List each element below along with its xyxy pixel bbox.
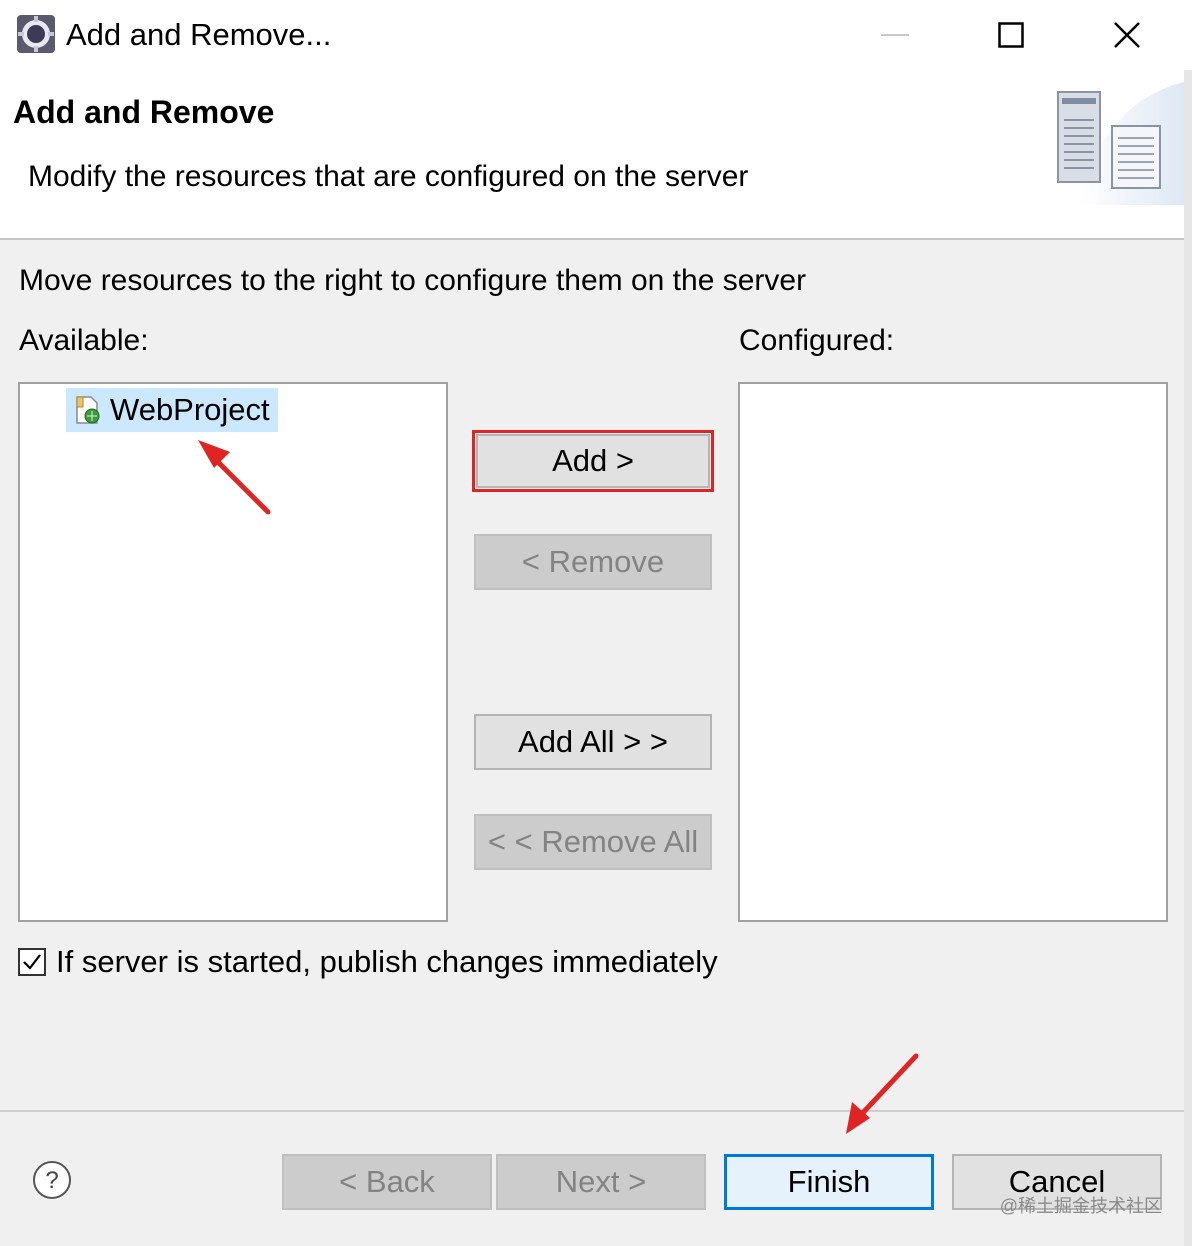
publish-checkbox-label: If server is started, publish changes im… xyxy=(56,944,718,979)
svg-text:?: ? xyxy=(45,1167,58,1194)
window-title: Add and Remove... xyxy=(66,17,332,52)
remove-all-button[interactable]: < < Remove All xyxy=(474,814,712,870)
page-title: Add and Remove xyxy=(13,94,275,130)
web-project-icon xyxy=(76,396,100,424)
maximize-icon xyxy=(998,22,1024,48)
add-button[interactable]: Add > xyxy=(476,434,710,488)
available-list[interactable]: WebProject xyxy=(18,382,448,922)
maximize-button[interactable] xyxy=(976,8,1046,62)
back-button[interactable]: < Back xyxy=(282,1154,492,1210)
close-button[interactable] xyxy=(1092,8,1162,62)
add-all-button[interactable]: Add All > > xyxy=(474,714,712,770)
wizard-header: Add and Remove Modify the resources that… xyxy=(0,70,1192,240)
finish-button[interactable]: Finish xyxy=(724,1154,934,1210)
publish-checkbox[interactable] xyxy=(18,948,46,976)
arrow-to-finish xyxy=(846,1053,919,1134)
tree-item-label: WebProject xyxy=(110,392,270,427)
available-label: Available: xyxy=(19,324,149,357)
help-icon[interactable]: ? xyxy=(32,1160,72,1200)
title-bar: Add and Remove... xyxy=(0,0,1192,70)
next-button[interactable]: Next > xyxy=(496,1154,706,1210)
minimize-icon xyxy=(881,34,909,36)
watermark: @稀土掘金技术社区 xyxy=(999,1196,1162,1216)
configured-label: Configured: xyxy=(739,324,895,357)
page-description: Modify the resources that are configured… xyxy=(28,160,749,193)
eclipse-app-icon xyxy=(17,15,55,53)
close-icon xyxy=(1114,22,1140,48)
server-banner-icon xyxy=(1057,80,1192,205)
tree-item-webproject[interactable]: WebProject xyxy=(66,388,278,432)
footer-separator xyxy=(0,1110,1192,1112)
instruction-text: Move resources to the right to configure… xyxy=(19,264,807,297)
minimize-button[interactable] xyxy=(860,8,930,62)
publish-option[interactable]: If server is started, publish changes im… xyxy=(18,944,718,980)
remove-button[interactable]: < Remove xyxy=(474,534,712,590)
window-edge xyxy=(1184,70,1192,1246)
checkmark-icon xyxy=(23,954,41,970)
configured-list[interactable] xyxy=(738,382,1168,922)
